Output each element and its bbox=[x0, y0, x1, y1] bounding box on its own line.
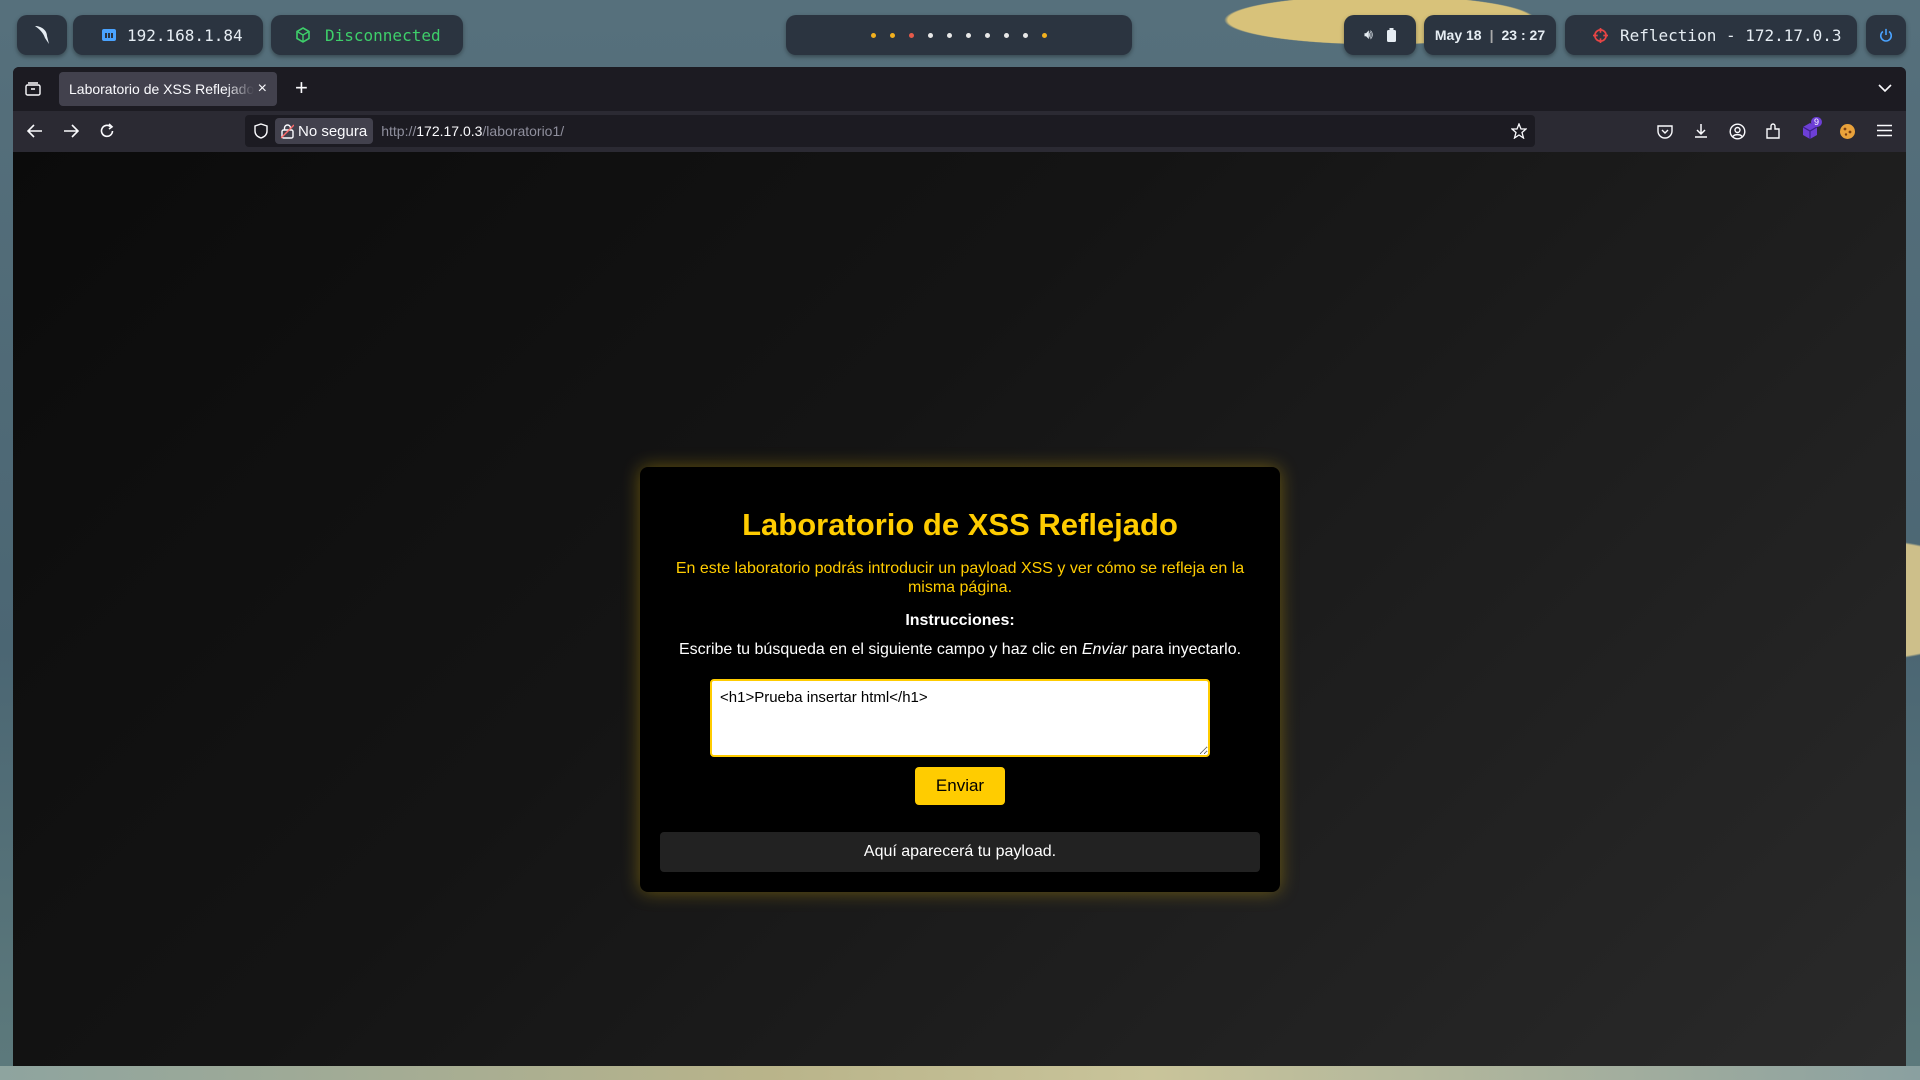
workspace-dot-8[interactable] bbox=[1004, 32, 1009, 38]
menu-icon[interactable] bbox=[1877, 124, 1892, 137]
pocket-icon[interactable] bbox=[1657, 124, 1673, 139]
workspace-dot-5[interactable] bbox=[947, 32, 952, 38]
workspace-dot-4[interactable] bbox=[928, 32, 933, 38]
network-icon bbox=[102, 29, 116, 41]
reload-icon[interactable] bbox=[99, 123, 115, 139]
vpn-widget[interactable]: Disconnected bbox=[271, 15, 463, 55]
workspace-dot-10[interactable] bbox=[1042, 32, 1047, 38]
chevron-down-icon[interactable] bbox=[1878, 84, 1892, 93]
instructions-heading: Instrucciones: bbox=[905, 612, 1015, 629]
lab-description: En este laboratorio podrás introducir un… bbox=[675, 560, 1245, 596]
ip-widget[interactable]: 192.168.1.84 bbox=[73, 15, 263, 55]
page-title: Laboratorio de XSS Reflejado bbox=[742, 507, 1178, 542]
volume-icon[interactable]: 🔊︎ bbox=[1364, 27, 1373, 43]
battery-icon[interactable] bbox=[1386, 28, 1396, 42]
instructions-emphasis: Enviar bbox=[1081, 641, 1128, 658]
workspace-indicator[interactable] bbox=[786, 15, 1132, 55]
star-icon[interactable] bbox=[1511, 123, 1527, 139]
tab-overview-icon[interactable] bbox=[25, 82, 41, 96]
instructions-text: Escribe tu búsqueda en el siguiente camp… bbox=[660, 641, 1260, 659]
clock-separator: | bbox=[1489, 27, 1494, 43]
bird-logo-icon bbox=[35, 26, 49, 44]
workspace-dot-6[interactable] bbox=[966, 32, 971, 38]
crosshair-icon bbox=[1593, 27, 1608, 43]
extensions-icon[interactable] bbox=[1765, 123, 1781, 140]
target-label: Reflection - 172.17.0.3 bbox=[1620, 25, 1842, 45]
workspace-dot-1[interactable] bbox=[871, 32, 876, 38]
launcher-button[interactable] bbox=[17, 15, 67, 55]
instructions-before: Escribe tu búsqueda en el siguiente camp… bbox=[678, 641, 1082, 658]
navigation-bar: No segura http://172.17.0.3/laboratorio1… bbox=[13, 111, 1906, 152]
shield-icon[interactable] bbox=[254, 123, 268, 139]
url-scheme: http:// bbox=[381, 123, 417, 139]
cube-icon bbox=[296, 27, 310, 43]
download-icon[interactable] bbox=[1693, 123, 1709, 139]
tab-title: Laboratorio de XSS Reflejado bbox=[69, 81, 254, 97]
page-content: Laboratorio de XSS Reflejado En este lab… bbox=[13, 152, 1906, 1066]
submit-button[interactable]: Enviar bbox=[915, 767, 1005, 805]
time-label: 23 : 27 bbox=[1501, 27, 1546, 43]
workspace-dot-2[interactable] bbox=[890, 32, 895, 38]
extension-cube-button[interactable]: 9 bbox=[1801, 117, 1823, 145]
url-text[interactable]: http://172.17.0.3/laboratorio1/ bbox=[381, 123, 564, 139]
ip-address: 192.168.1.84 bbox=[127, 25, 243, 45]
system-tray[interactable]: 🔊︎ bbox=[1344, 15, 1416, 55]
tab-active[interactable]: Laboratorio de XSS Reflejado × bbox=[59, 72, 277, 106]
security-label: No segura bbox=[298, 122, 368, 140]
power-icon bbox=[1880, 28, 1892, 42]
vpn-status: Disconnected bbox=[325, 25, 441, 45]
wallpaper-strip bbox=[0, 1066, 1920, 1080]
workspace-dot-3[interactable] bbox=[909, 32, 914, 38]
account-icon[interactable] bbox=[1729, 123, 1746, 140]
lab-card: Laboratorio de XSS Reflejado En este lab… bbox=[640, 467, 1280, 892]
instructions-after: para inyectarlo. bbox=[1127, 641, 1242, 658]
target-widget[interactable]: Reflection - 172.17.0.3 bbox=[1565, 15, 1857, 55]
workspace-dot-9[interactable] bbox=[1023, 32, 1028, 38]
payload-result: Aquí aparecerá tu payload. bbox=[660, 832, 1260, 872]
new-tab-button[interactable]: + bbox=[295, 75, 308, 101]
url-bar[interactable]: No segura http://172.17.0.3/laboratorio1… bbox=[245, 115, 1535, 147]
cookie-extension-icon[interactable] bbox=[1839, 123, 1856, 140]
extension-badge: 9 bbox=[1811, 117, 1823, 127]
back-icon[interactable] bbox=[27, 124, 43, 138]
browser-window: Laboratorio de XSS Reflejado × + No segu… bbox=[13, 67, 1906, 1066]
forward-icon[interactable] bbox=[63, 124, 79, 138]
tab-strip: Laboratorio de XSS Reflejado × + bbox=[13, 67, 1906, 111]
workspace-dot-7[interactable] bbox=[985, 32, 990, 38]
url-path: /laboratorio1/ bbox=[482, 123, 565, 139]
power-button[interactable] bbox=[1866, 15, 1906, 55]
clock-widget[interactable]: May 18 | 23 : 27 bbox=[1424, 15, 1556, 55]
payload-input[interactable] bbox=[710, 679, 1210, 757]
security-indicator[interactable]: No segura bbox=[275, 118, 374, 144]
close-tab-icon[interactable]: × bbox=[258, 80, 267, 98]
url-host: 172.17.0.3 bbox=[416, 123, 483, 139]
date-label: May 18 bbox=[1434, 27, 1482, 43]
insecure-lock-icon bbox=[281, 123, 294, 139]
